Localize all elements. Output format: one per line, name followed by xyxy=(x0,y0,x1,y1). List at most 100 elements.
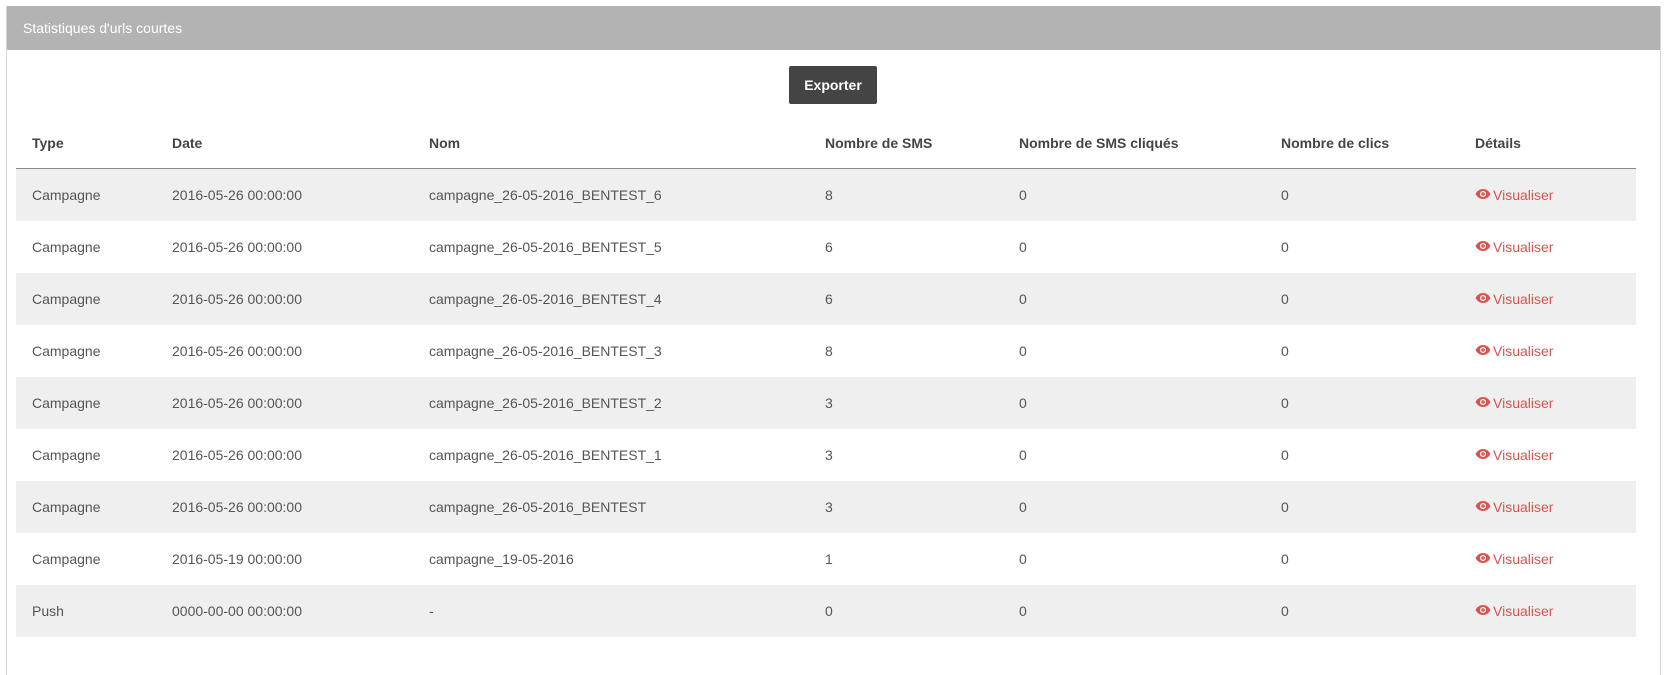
cell-sms-clicked-count: 0 xyxy=(1003,481,1265,533)
cell-type: Campagne xyxy=(32,343,101,359)
table-row: Push 0000-00-00 00:00:00-0 0 0 Visualiser xyxy=(16,585,1636,637)
cell-details: Visualiser xyxy=(1459,481,1636,533)
cell-clicks-count: 0 xyxy=(1281,239,1289,255)
cell-clicks-count: 0 xyxy=(1265,273,1459,325)
cell-date: 2016-05-26 00:00:00 xyxy=(156,377,413,429)
cell-date: 0000-00-00 00:00:00 xyxy=(156,585,413,637)
visualiser-link[interactable]: Visualiser xyxy=(1475,239,1553,255)
cell-nom: campagne_26-05-2016_BENTEST_3 xyxy=(429,343,662,359)
visualiser-link[interactable]: Visualiser xyxy=(1475,447,1553,463)
visualiser-link[interactable]: Visualiser xyxy=(1475,395,1553,411)
visualiser-link[interactable]: Visualiser xyxy=(1475,603,1553,619)
cell-nom: campagne_26-05-2016_BENTEST xyxy=(413,481,809,533)
eye-icon xyxy=(1475,447,1493,463)
column-header-sms: Nombre de SMS xyxy=(809,118,1003,169)
column-header-clicks: Nombre de clics xyxy=(1265,118,1459,169)
table-row: Campagne 2016-05-19 00:00:00 campagne_19-0… xyxy=(16,533,1636,585)
visualiser-label: Visualiser xyxy=(1493,343,1554,359)
cell-nom: campagne_26-05-2016_BENTEST_4 xyxy=(413,273,809,325)
visualiser-link[interactable]: Visualiser xyxy=(1475,551,1553,567)
visualiser-link[interactable]: Visualiser xyxy=(1475,343,1553,359)
cell-nom: campagne_26-05-2016_BENTEST_6 xyxy=(413,168,809,221)
cell-type: Campagne xyxy=(16,481,156,533)
cell-sms-count: 6 xyxy=(825,239,833,255)
eye-icon xyxy=(1475,551,1493,567)
panel-title: Statistiques d'urls courtes xyxy=(7,6,1660,50)
cell-clicks-count: 0 xyxy=(1281,343,1289,359)
cell-details: Visualiser xyxy=(1459,221,1636,273)
table-row: Campagne 2016-05-26 00:00:00 campagne_26-0… xyxy=(16,325,1636,377)
cell-type: Campagne xyxy=(16,168,156,221)
cell-details: Visualiser xyxy=(1459,325,1636,377)
cell-date: 2016-05-26 00:00:00 xyxy=(156,273,413,325)
visualiser-label: Visualiser xyxy=(1493,291,1554,307)
cell-clicks-count: 0 xyxy=(1281,447,1289,463)
eye-icon xyxy=(1475,239,1493,255)
visualiser-label: Visualiser xyxy=(1493,603,1554,619)
cell-sms-count: 3 xyxy=(825,447,833,463)
cell-sms-count: 3 xyxy=(809,377,1003,429)
cell-clicks-count: 0 xyxy=(1265,585,1459,637)
cell-details: Visualiser xyxy=(1459,533,1636,585)
cell-details: Visualiser xyxy=(1459,585,1636,637)
visualiser-label: Visualiser xyxy=(1493,187,1554,203)
visualiser-link[interactable]: Visualiser xyxy=(1475,291,1553,307)
cell-details: Visualiser xyxy=(1459,429,1636,481)
cell-nom: campagne_26-05-2016_BENTEST_5 xyxy=(429,239,662,255)
cell-sms-clicked-count: 0 xyxy=(1003,273,1265,325)
table-body: Campagne 2016-05-26 00:00:00 campagne_26-0… xyxy=(16,168,1636,637)
table-row: Campagne 2016-05-26 00:00:00 campagne_26-0… xyxy=(16,273,1636,325)
cell-type: Campagne xyxy=(32,447,101,463)
column-header-sms-clicked: Nombre de SMS cliqués xyxy=(1003,118,1265,169)
cell-date: 2016-05-26 00:00:00 xyxy=(172,343,302,359)
cell-clicks-count: 0 xyxy=(1281,551,1289,567)
table-row: Campagne 2016-05-26 00:00:00 campagne_26-0… xyxy=(16,168,1636,221)
cell-sms-clicked-count: 0 xyxy=(1003,377,1265,429)
column-header-nom: Nom xyxy=(413,118,809,169)
cell-sms-clicked-count: 0 xyxy=(1019,343,1027,359)
visualiser-label: Visualiser xyxy=(1493,551,1554,567)
cell-details: Visualiser xyxy=(1459,377,1636,429)
visualiser-link[interactable]: Visualiser xyxy=(1475,187,1553,203)
visualiser-label: Visualiser xyxy=(1493,239,1554,255)
table-row: Campagne 2016-05-26 00:00:00 campagne_26-0… xyxy=(16,221,1636,273)
eye-icon xyxy=(1475,603,1493,619)
table-row: Campagne 2016-05-26 00:00:00 campagne_26-0… xyxy=(16,481,1636,533)
cell-sms-count: 3 xyxy=(809,481,1003,533)
table-row: Campagne 2016-05-26 00:00:00 campagne_26-0… xyxy=(16,429,1636,481)
eye-icon xyxy=(1475,499,1493,515)
column-header-date: Date xyxy=(156,118,413,169)
cell-details: Visualiser xyxy=(1459,168,1636,221)
cell-sms-count: 8 xyxy=(809,168,1003,221)
cell-sms-count: 8 xyxy=(825,343,833,359)
cell-sms-clicked-count: 0 xyxy=(1003,168,1265,221)
cell-type: Push xyxy=(16,585,156,637)
cell-nom: campagne_26-05-2016_BENTEST_2 xyxy=(413,377,809,429)
column-header-details: Détails xyxy=(1459,118,1636,169)
eye-icon xyxy=(1475,291,1493,307)
cell-type: Campagne xyxy=(32,239,101,255)
eye-icon xyxy=(1475,187,1493,203)
visualiser-link[interactable]: Visualiser xyxy=(1475,499,1553,515)
cell-nom: campagne_19-05-2016 xyxy=(429,551,574,567)
visualiser-label: Visualiser xyxy=(1493,395,1554,411)
cell-sms-clicked-count: 0 xyxy=(1019,447,1027,463)
cell-sms-count: 0 xyxy=(809,585,1003,637)
cell-type: Campagne xyxy=(16,273,156,325)
eye-icon xyxy=(1475,395,1493,411)
cell-date: 2016-05-19 00:00:00 xyxy=(172,551,302,567)
cell-sms-count: 6 xyxy=(809,273,1003,325)
cell-type: Campagne xyxy=(16,377,156,429)
cell-details: Visualiser xyxy=(1459,273,1636,325)
cell-sms-clicked-count: 0 xyxy=(1003,585,1265,637)
table-header-row: Type Date Nom Nombre de SMS Nombre de SM… xyxy=(16,118,1636,169)
cell-sms-clicked-count: 0 xyxy=(1019,551,1027,567)
export-button[interactable]: Exporter xyxy=(789,66,877,104)
eye-icon xyxy=(1475,343,1493,359)
cell-clicks-count: 0 xyxy=(1265,168,1459,221)
cell-date: 2016-05-26 00:00:00 xyxy=(156,168,413,221)
cell-date: 2016-05-26 00:00:00 xyxy=(172,239,302,255)
cell-nom: - xyxy=(413,585,809,637)
cell-clicks-count: 0 xyxy=(1265,481,1459,533)
cell-date: 2016-05-26 00:00:00 xyxy=(156,481,413,533)
